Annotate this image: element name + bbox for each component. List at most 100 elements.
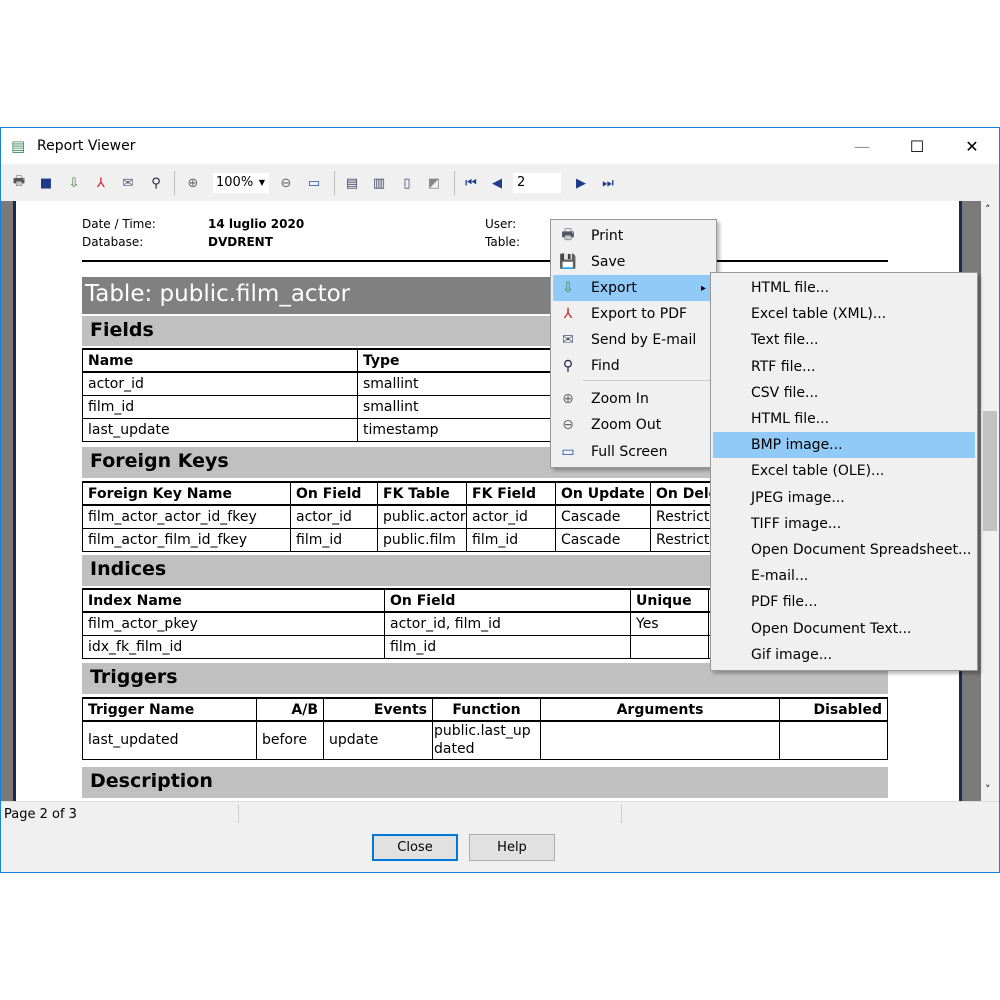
export-item[interactable]: E-mail... [713,563,975,589]
export-item[interactable]: HTML file... [713,406,975,432]
single-page-icon[interactable]: ▤ [342,173,362,193]
export-item[interactable]: PDF file... [713,589,975,615]
col-header: Name [82,348,358,373]
date-label: Date / Time: [82,217,156,231]
cell [779,720,888,760]
col-header: FK Table [377,481,467,506]
find-icon[interactable]: ⚲ [146,173,166,193]
email-icon: ✉ [562,332,574,348]
cell: actor_id [290,504,378,529]
toolbar-separator [454,171,455,195]
page-status: Page 2 of 3 [4,807,77,822]
cell: Cascade [555,504,651,529]
export-item[interactable]: HTML file... [713,275,975,301]
zoom-out-icon[interactable]: ⊖ [276,173,296,193]
export-icon[interactable]: ⇩ [64,173,84,193]
col-header: On Field [290,481,378,506]
printer-icon: 🖶 [561,227,575,243]
email-icon[interactable]: ✉ [118,173,138,193]
export-item[interactable]: Excel table (XML)... [713,301,975,327]
full-screen-icon[interactable]: ▭ [304,173,324,193]
table-label: Table: [485,235,521,249]
save-icon[interactable]: ■ [36,173,56,193]
multi-page-icon[interactable]: ▥ [369,173,389,193]
edit-page-icon[interactable]: ◩ [424,173,444,193]
report-viewer-icon: ▤ [11,137,26,155]
export-icon: ⇩ [562,280,574,296]
menu-item-print[interactable]: 🖶 Print [553,223,714,249]
export-item[interactable]: BMP image... [713,432,975,459]
export-item[interactable]: CSV file... [713,380,975,406]
menu-item-find[interactable]: ⚲ Find [553,353,714,379]
help-button[interactable]: Help [469,834,555,861]
toolbar-separator [174,171,175,195]
toolbar: 🖶 ■ ⇩ ⅄ ✉ ⚲ ⊕ 100% ▼ ⊖ ▭ ▤ ▥ ▯ ◩ ⏮ ◀ 2 ▶ … [1,165,999,201]
user-label: User: [485,217,517,231]
first-page-icon[interactable]: ⏮ [461,173,481,193]
zoom-select[interactable]: 100% ▼ [213,173,269,193]
export-item[interactable]: RTF file... [713,354,975,380]
window-title: Report Viewer [37,138,136,154]
menu-item-export-to-pdf[interactable]: ⅄ Export to PDF [553,301,714,327]
col-header: Events [323,697,433,722]
cell: public.last_up dated [432,720,541,760]
next-page-icon[interactable]: ▶ [571,173,591,193]
triggers-table: Trigger Name A/B Events Function Arguments Di… [82,697,888,760]
menu-item-label: Find [591,358,620,374]
export-submenu: HTML file... Excel table (XML)... Text fil… [710,272,978,671]
scroll-up-icon[interactable]: ˄ [985,203,991,216]
menu-item-save[interactable]: 💾 Save [553,249,714,275]
col-header: Arguments [540,697,780,722]
zoom-in-icon[interactable]: ⊕ [183,173,203,193]
menu-item-label: Export [591,280,637,296]
menu-item-export[interactable]: ⇩ Export ▸ [553,275,714,301]
last-page-icon[interactable]: ⏭ [598,173,618,193]
save-icon: 💾 [559,254,577,270]
menu-item-label: Send by E-mail [591,332,697,348]
menu-item-full-screen[interactable]: ▭ Full Screen [553,439,714,465]
prev-page-icon[interactable]: ◀ [487,173,507,193]
scrollbar-thumb[interactable] [983,411,997,531]
cell: film_id [290,527,378,552]
chevron-down-icon: ▼ [258,178,265,187]
close-window-button[interactable]: ✕ [949,128,995,164]
scroll-down-icon[interactable]: ˅ [985,783,991,796]
minimize-button[interactable]: — [839,128,885,164]
menu-item-label: Full Screen [591,444,668,460]
cell: film_actor_pkey [82,611,385,636]
cell: actor_id [82,371,358,396]
export-item[interactable]: Text file... [713,327,975,353]
maximize-button[interactable]: ☐ [894,128,940,164]
status-divider [238,805,239,823]
book-icon[interactable]: ▯ [397,173,417,193]
col-header: On Field [384,588,631,613]
cell: film_id [466,527,556,552]
close-button[interactable]: Close [372,834,458,861]
zoom-in-icon: ⊕ [562,391,574,407]
table-header-row: Trigger Name A/B Events Function Arguments Di… [82,697,888,722]
zoom-value: 100% [216,175,254,190]
pdf-icon[interactable]: ⅄ [91,173,111,193]
menu-item-zoom-in[interactable]: ⊕ Zoom In [553,386,714,412]
page-number-input[interactable]: 2 [513,173,561,193]
header-rule [82,260,888,262]
print-icon[interactable]: 🖶 [9,173,29,193]
cell: update [323,720,433,760]
col-header: Disabled [779,697,888,722]
full-screen-icon: ▭ [561,444,575,460]
cell: film_id [384,634,631,659]
table-row: last_updated before update public.last_up d… [82,720,888,760]
export-item[interactable]: Gif image... [713,642,975,668]
col-header: A/B [256,697,324,722]
vertical-scrollbar[interactable]: ˄ ˅ [981,201,999,801]
export-item[interactable]: JPEG image... [713,485,975,511]
export-item[interactable]: TIFF image... [713,511,975,537]
export-item[interactable]: Open Document Spreadsheet... [713,537,975,563]
menu-separator [583,380,714,381]
menu-item-send-by-e-mail[interactable]: ✉ Send by E-mail [553,327,714,353]
title-bar: ▤ Report Viewer — ☐ ✕ [1,128,999,164]
menu-item-label: Export to PDF [591,306,688,322]
menu-item-zoom-out[interactable]: ⊖ Zoom Out [553,412,714,438]
export-item[interactable]: Open Document Text... [713,616,975,642]
export-item[interactable]: Excel table (OLE)... [713,458,975,484]
